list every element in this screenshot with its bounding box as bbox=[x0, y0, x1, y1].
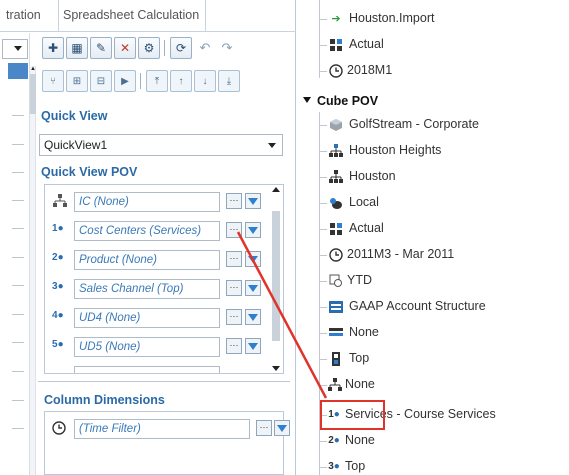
callout-arrow bbox=[236, 231, 328, 399]
